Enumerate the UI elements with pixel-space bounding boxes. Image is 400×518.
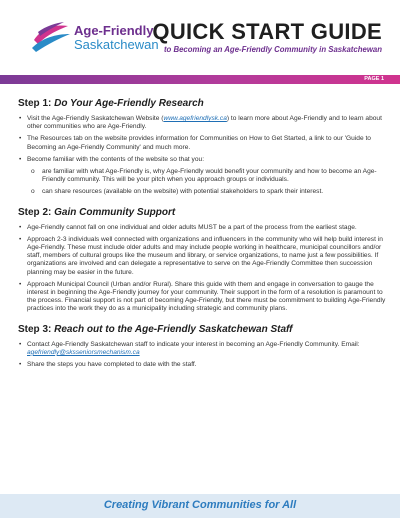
- list-item: Contact Age-Friendly Saskatchewan staff …: [18, 341, 388, 357]
- list-item: Become familiar with the contents of the…: [18, 156, 388, 164]
- logo-line-1: Age-Friendly: [74, 23, 154, 38]
- step-3-prefix: Step 3:: [18, 323, 55, 335]
- list-item: Visit the Age-Friendly Saskatchewan Webs…: [18, 115, 388, 131]
- sub-list-item: can share resources (available on the we…: [18, 188, 388, 196]
- list-item: Approach Municipal Council (Urban and/or…: [18, 281, 388, 314]
- page-header: Age-Friendly Saskatchewan QUICK START GU…: [0, 0, 400, 72]
- step-1-prefix: Step 1:: [18, 98, 55, 109]
- step-1-bullet-1-pre: Visit the Age-Friendly Saskatchewan Webs…: [27, 115, 164, 122]
- brush-stroke-logo-icon: [32, 22, 70, 52]
- document-title: QUICK START GUIDE: [152, 19, 382, 44]
- step-3-title: Reach out to the Age-Friendly Saskatchew…: [54, 323, 293, 335]
- list-item: Share the steps you have completed to da…: [18, 361, 388, 369]
- age-friendly-logo: Age-Friendly Saskatchewan: [30, 20, 159, 60]
- list-item: Approach 2-3 individuals well connected …: [18, 236, 388, 277]
- page-number: PAGE 1: [364, 76, 384, 82]
- step-2-heading: Step 2: Gain Community Support: [18, 207, 388, 219]
- step-1-heading: Step 1: Do Your Age-Friendly Research: [18, 98, 388, 110]
- page-footer: Creating Vibrant Communities for All: [0, 494, 400, 518]
- footer-tagline: Creating Vibrant Communities for All: [103, 499, 297, 511]
- step-2-title: Gain Community Support: [54, 206, 176, 218]
- document-subtitle: to Becoming an Age-Friendly Community in…: [163, 45, 382, 54]
- list-item: The Resources tab on the website provide…: [18, 135, 388, 151]
- document-body: Step 1: Do Your Age-Friendly Research Vi…: [18, 98, 388, 373]
- sub-list-item: are familiar with what Age-Friendly is, …: [18, 168, 388, 184]
- email-link[interactable]: agefriendly@sksseniorsmechanism.ca: [27, 349, 140, 356]
- page-band: [0, 75, 400, 84]
- website-link[interactable]: www.agefriendlysk.ca: [163, 115, 226, 122]
- logo-wordmark: Age-Friendly Saskatchewan: [74, 24, 159, 52]
- step-3-heading: Step 3: Reach out to the Age-Friendly Sa…: [18, 324, 388, 336]
- step-2-prefix: Step 2:: [18, 206, 55, 218]
- step-1-title: Do Your Age-Friendly Research: [54, 98, 204, 109]
- logo-line-2: Saskatchewan: [74, 37, 159, 52]
- step-3-bullet-1-pre: Contact Age-Friendly Saskatchewan staff …: [27, 340, 360, 348]
- list-item: Age-Friendly cannot fall on one individu…: [18, 224, 388, 232]
